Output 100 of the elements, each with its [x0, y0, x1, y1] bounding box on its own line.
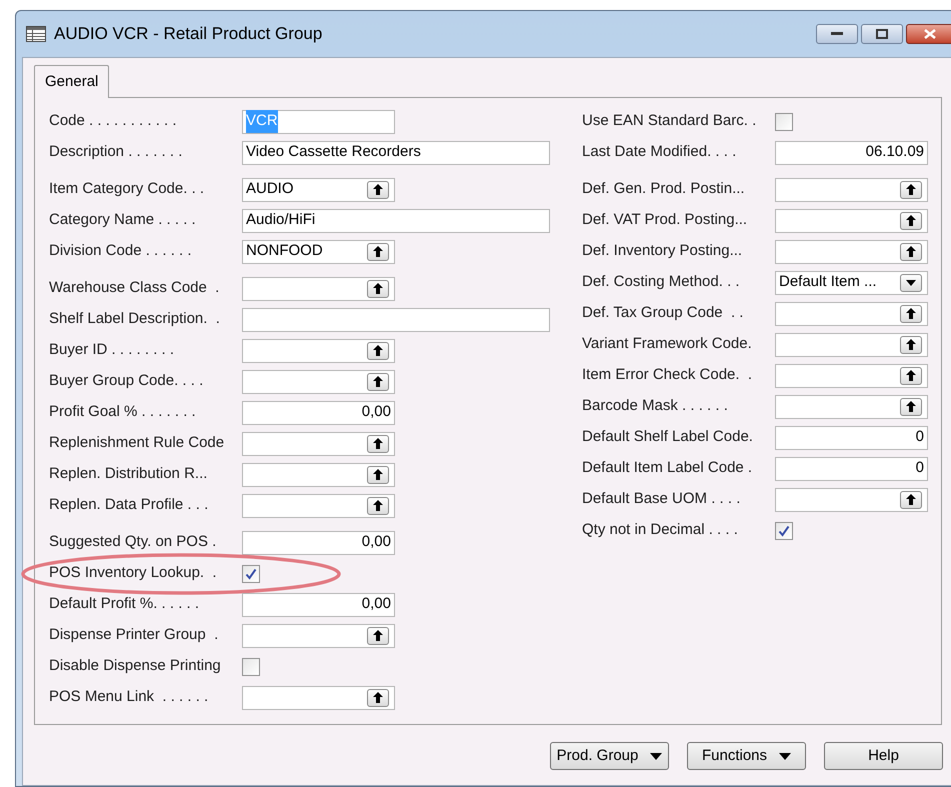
up-arrow-icon: [906, 494, 916, 505]
field-label: Def. Costing Method. . .: [582, 272, 741, 292]
up-arrow-icon: [373, 500, 383, 511]
dropdown-button[interactable]: [900, 274, 922, 292]
field-label: POS Menu Link . . . . . .: [49, 687, 210, 708]
lookup-button[interactable]: [367, 372, 389, 390]
lookup-field[interactable]: AUDIO: [242, 178, 395, 202]
lookup-field[interactable]: [242, 370, 395, 394]
minimize-button[interactable]: [816, 24, 858, 44]
field-label: Def. VAT Prod. Posting...: [582, 210, 748, 230]
dropdown-field[interactable]: Default Item ...: [775, 270, 928, 294]
window-title: AUDIO VCR - Retail Product Group: [54, 23, 322, 46]
lookup-button[interactable]: [367, 242, 389, 260]
lookup-button[interactable]: [900, 242, 922, 260]
field-label: Item Category Code. . .: [49, 179, 206, 200]
lookup-button[interactable]: [367, 626, 389, 644]
lookup-button[interactable]: [367, 180, 389, 198]
checkbox[interactable]: [775, 112, 793, 130]
lookup-field[interactable]: [775, 240, 928, 264]
lookup-field[interactable]: [242, 276, 395, 300]
lookup-field[interactable]: [775, 208, 928, 232]
input-field[interactable]: 06.10.09: [775, 140, 928, 164]
lookup-field[interactable]: [775, 332, 928, 356]
field-label: Code . . . . . . . . . . .: [49, 111, 178, 132]
input-field[interactable]: 0,00: [242, 592, 395, 616]
maximize-button[interactable]: [861, 24, 903, 44]
lookup-field[interactable]: [775, 302, 928, 326]
input-field[interactable]: Audio/HiFi: [242, 208, 550, 232]
lookup-button[interactable]: [900, 304, 922, 322]
input-field[interactable]: 0: [775, 456, 928, 480]
up-arrow-icon: [373, 469, 383, 480]
input-field[interactable]: Video Cassette Recorders: [242, 140, 550, 164]
table-icon: [26, 26, 46, 42]
help-button[interactable]: Help: [824, 742, 943, 770]
close-button[interactable]: [906, 24, 951, 44]
field-label: Replen. Data Profile . . .: [49, 495, 210, 516]
lookup-field[interactable]: [242, 462, 395, 486]
maximize-icon: [876, 29, 888, 39]
lookup-button[interactable]: [367, 688, 389, 706]
input-field[interactable]: [242, 308, 550, 332]
up-arrow-icon: [906, 308, 916, 319]
up-arrow-icon: [906, 401, 916, 412]
lookup-field[interactable]: [242, 624, 395, 648]
up-arrow-icon: [906, 370, 916, 381]
field-label: Dispense Printer Group .: [49, 625, 220, 646]
field-label: Warehouse Class Code .: [49, 278, 220, 298]
tab[interactable]: General: [34, 65, 110, 98]
input-field[interactable]: 0,00: [242, 530, 395, 554]
field-label: Suggested Qty. on POS .: [49, 532, 218, 552]
input-field[interactable]: 0: [775, 426, 928, 450]
lookup-button[interactable]: [900, 398, 922, 416]
field-label: Buyer Group Code. . . .: [49, 371, 204, 392]
field-label: Disable Dispense Printing: [49, 656, 222, 676]
up-arrow-icon: [373, 692, 383, 703]
checkmark-icon: [245, 568, 257, 580]
menu-button[interactable]: Prod. Group: [550, 742, 669, 770]
up-arrow-icon: [373, 630, 383, 641]
input-field[interactable]: 0,00: [242, 400, 395, 424]
lookup-button[interactable]: [900, 180, 922, 198]
field-label: Def. Tax Group Code . .: [582, 303, 744, 324]
up-arrow-icon: [373, 184, 383, 195]
lookup-field[interactable]: [775, 394, 928, 418]
lookup-button[interactable]: [900, 212, 922, 230]
field-label: Variant Framework Code.: [582, 334, 753, 354]
checkbox[interactable]: [242, 658, 260, 676]
field-label: Default Item Label Code .: [582, 458, 754, 478]
lookup-button[interactable]: [367, 466, 389, 484]
field-label: Division Code . . . . . .: [49, 241, 193, 262]
up-arrow-icon: [373, 376, 383, 387]
lookup-field[interactable]: NONFOOD: [242, 240, 395, 264]
close-icon: [924, 29, 936, 39]
lookup-field[interactable]: [775, 178, 928, 202]
field-label: Shelf Label Description. .: [49, 309, 221, 330]
field-label: Default Base UOM . . . .: [582, 489, 742, 510]
lookup-field[interactable]: [242, 494, 395, 518]
lookup-button[interactable]: [900, 336, 922, 354]
lookup-button[interactable]: [900, 490, 922, 508]
field-label: Default Profit %. . . . . .: [49, 594, 200, 614]
lookup-button[interactable]: [367, 434, 389, 452]
checkbox[interactable]: [242, 564, 260, 582]
field-label: Description . . . . . . .: [49, 142, 184, 162]
lookup-button[interactable]: [367, 342, 389, 360]
lookup-button[interactable]: [367, 496, 389, 514]
caret-icon: [650, 752, 662, 760]
lookup-field[interactable]: [242, 686, 395, 710]
checkbox[interactable]: [775, 522, 793, 540]
menu-button[interactable]: Functions: [687, 742, 806, 770]
lookup-field[interactable]: [775, 488, 928, 512]
field-label: Buyer ID . . . . . . . .: [49, 340, 176, 360]
up-arrow-icon: [373, 283, 383, 294]
lookup-button[interactable]: [367, 280, 389, 298]
lookup-field[interactable]: [775, 364, 928, 388]
minimize-icon: [831, 32, 843, 36]
lookup-field[interactable]: [242, 432, 395, 456]
caret-icon: [779, 752, 792, 760]
field-label: Item Error Check Code. .: [582, 365, 754, 386]
field-label: Use EAN Standard Barc. .: [582, 111, 758, 132]
checkmark-icon: [778, 524, 790, 536]
lookup-button[interactable]: [900, 366, 922, 384]
lookup-field[interactable]: [242, 338, 395, 362]
